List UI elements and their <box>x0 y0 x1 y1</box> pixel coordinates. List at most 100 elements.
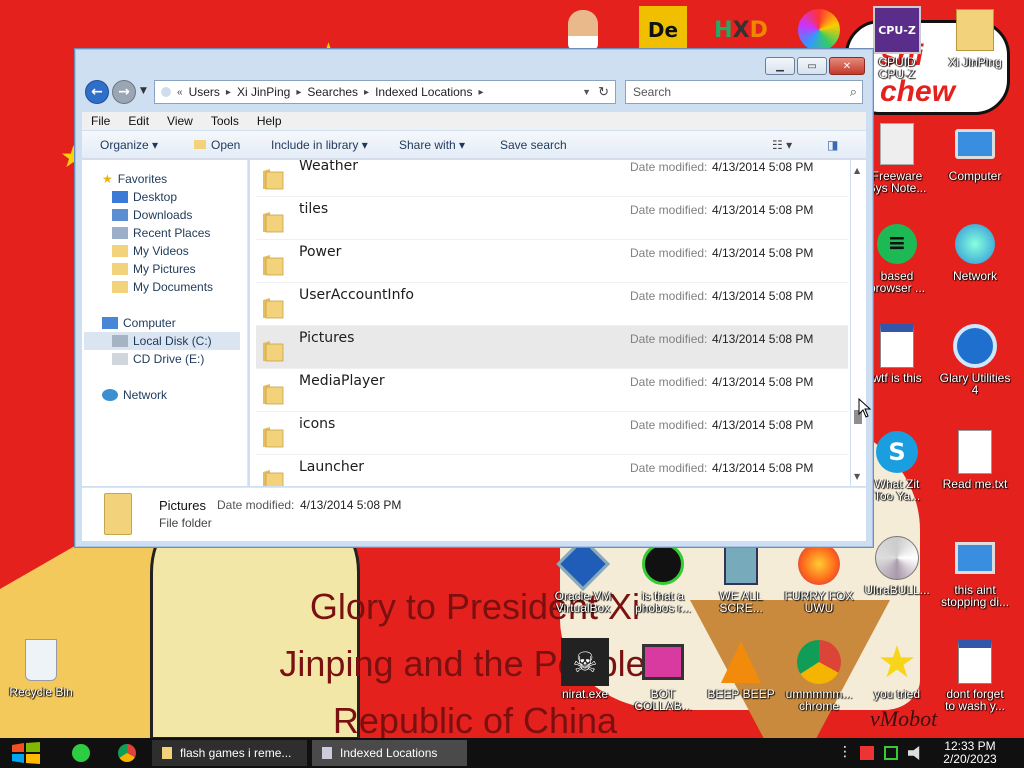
nav-my-pictures[interactable]: My Pictures <box>112 260 196 278</box>
desktop-icon[interactable]: Xi JinPing <box>934 6 1016 68</box>
desktop-icon[interactable] <box>778 6 860 54</box>
tray-overflow-icon[interactable]: ⋮ <box>838 744 852 760</box>
start-button[interactable] <box>10 742 42 764</box>
menu-view[interactable]: View <box>158 114 202 128</box>
desktop-icon[interactable]: is that a phobos r... <box>622 540 704 614</box>
back-button[interactable]: ← <box>85 80 109 104</box>
file-name[interactable]: tiles <box>299 201 328 217</box>
breadcrumb-indexed-locations[interactable]: Indexed Locations <box>375 85 472 99</box>
desktop-icon[interactable]: De <box>622 6 704 54</box>
menu-tools[interactable]: Tools <box>202 114 248 128</box>
nav-local-disk[interactable]: Local Disk (C:) <box>84 332 240 350</box>
maximize-button[interactable]: ▭ <box>797 57 827 75</box>
desktop-icon[interactable]: Recycle Bin <box>0 636 82 698</box>
close-button[interactable]: ✕ <box>829 57 865 75</box>
desktop-icon[interactable]: ummmmm... chrome <box>778 638 860 712</box>
command-bar: Organize ▾ Open Include in library ▾ Sha… <box>82 131 866 159</box>
desktop-icon[interactable] <box>542 6 624 54</box>
task-indexed-locations[interactable]: Indexed Locations <box>312 740 467 766</box>
breadcrumb-user[interactable]: Xi JinPing <box>237 85 290 99</box>
scroll-down-arrow-icon[interactable]: ▼ <box>854 472 860 481</box>
search-input[interactable]: Search ⌕ <box>625 80 863 104</box>
search-folder-icon <box>322 747 332 759</box>
breadcrumb-separator[interactable]: ▸ <box>478 87 483 98</box>
nav-my-videos[interactable]: My Videos <box>112 242 189 260</box>
desktop-icon[interactable]: dont forget to wash y... <box>934 638 1016 712</box>
minimize-button[interactable]: ▁ <box>765 57 795 75</box>
computer-icon <box>951 120 999 168</box>
address-dropdown-icon[interactable]: ▼ <box>582 87 591 97</box>
task-flash-games[interactable]: flash games i reme... <box>152 740 307 766</box>
file-row[interactable]: UserAccountInfo Date modified: 4/13/2014 5… <box>256 283 848 326</box>
breadcrumb-searches[interactable]: Searches <box>307 85 358 99</box>
open-button[interactable]: Open <box>194 138 240 152</box>
view-options-icon[interactable]: ☷ ▾ <box>772 138 792 152</box>
network-tray-icon[interactable] <box>884 746 898 760</box>
overflow-chevron[interactable]: « <box>177 87 183 98</box>
desktop-icon[interactable]: BEEP BEEP <box>700 638 782 700</box>
breadcrumb-separator[interactable]: ▸ <box>364 87 369 98</box>
pinned-chrome-icon[interactable] <box>118 744 136 762</box>
breadcrumb-separator[interactable]: ▸ <box>296 87 301 98</box>
address-bar[interactable]: « Users ▸ Xi JinPing ▸ Searches ▸ Indexe… <box>154 80 616 104</box>
scroll-up-arrow-icon[interactable]: ▲ <box>854 166 860 175</box>
desktop-icon[interactable]: HXD <box>700 6 782 54</box>
nav-desktop[interactable]: Desktop <box>112 188 177 206</box>
file-name[interactable]: UserAccountInfo <box>299 287 414 303</box>
desktop-icon[interactable]: Oracle VM VirtualBox <box>542 537 624 614</box>
file-row[interactable]: Pictures Date modified: 4/13/2014 5:08 PM <box>256 326 848 369</box>
desktop-icon[interactable]: Computer <box>934 120 1016 182</box>
desktop-icon[interactable]: FURRY FOX UWU <box>778 540 860 614</box>
file-row[interactable]: MediaPlayer Date modified: 4/13/2014 5:08 … <box>256 369 848 412</box>
bot-monitor-icon <box>639 638 687 686</box>
file-row[interactable]: icons Date modified: 4/13/2014 5:08 PM <box>256 412 848 455</box>
desktop-icon[interactable]: Read me.txt <box>934 428 1016 490</box>
file-name[interactable]: Weather <box>299 160 358 174</box>
nav-recent-places[interactable]: Recent Places <box>112 224 210 242</box>
file-name[interactable]: MediaPlayer <box>299 373 385 389</box>
file-row[interactable]: Launcher Date modified: 4/13/2014 5:08 PM <box>256 455 848 486</box>
nav-favorites[interactable]: ★ Favorites <box>102 170 167 188</box>
system-clock[interactable]: 12:33 PM 2/20/2023 <box>930 740 1010 766</box>
nav-cd-drive[interactable]: CD Drive (E:) <box>112 350 204 368</box>
forward-button[interactable]: → <box>112 80 136 104</box>
window-doc-icon <box>873 322 921 370</box>
nav-network[interactable]: Network <box>102 386 167 404</box>
menu-edit[interactable]: Edit <box>119 114 158 128</box>
desktop-icon[interactable]: Glary Utilities 4 <box>934 322 1016 396</box>
nav-my-documents[interactable]: My Documents <box>112 278 213 296</box>
desktop-icon[interactable]: ★ you tried <box>856 637 938 701</box>
pinned-browser-icon[interactable] <box>72 744 90 762</box>
refresh-icon[interactable]: ↻ <box>598 84 609 100</box>
folder-icon <box>262 252 284 276</box>
recent-pages-dropdown[interactable]: ▼ <box>140 86 147 96</box>
file-row[interactable]: Power Date modified: 4/13/2014 5:08 PM <box>256 240 848 283</box>
search-icon[interactable]: ⌕ <box>850 84 857 100</box>
desktop-icon[interactable]: ☠ nirat.exe <box>544 638 626 700</box>
nav-computer[interactable]: Computer <box>102 314 176 332</box>
file-name[interactable]: Pictures <box>299 330 354 346</box>
flag-tray-icon[interactable] <box>860 746 874 760</box>
file-name[interactable]: Power <box>299 244 341 260</box>
vertical-scrollbar[interactable]: ▲ ▼ <box>851 160 866 486</box>
desktop-icon[interactable]: BOT COLLAB... <box>622 638 704 712</box>
file-row[interactable]: tiles Date modified: 4/13/2014 5:08 PM <box>256 197 848 240</box>
file-name[interactable]: Launcher <box>299 459 364 475</box>
breadcrumb-users[interactable]: Users <box>189 85 220 99</box>
desktop-icon-label: UltraBULL... <box>864 583 930 597</box>
desktop-icon[interactable]: Network <box>934 220 1016 282</box>
file-name[interactable]: icons <box>299 416 335 432</box>
nav-downloads[interactable]: Downloads <box>112 206 192 224</box>
organize-button[interactable]: Organize ▾ <box>100 138 158 152</box>
desktop-icon[interactable]: this aint stopping di... <box>934 534 1016 608</box>
desktop-icon[interactable]: WE ALL SCRE... <box>700 540 782 614</box>
breadcrumb-separator[interactable]: ▸ <box>226 87 231 98</box>
menu-help[interactable]: Help <box>248 114 291 128</box>
file-row[interactable]: Weather Date modified: 4/13/2014 5:08 PM <box>256 160 848 197</box>
share-with-button[interactable]: Share with ▾ <box>399 138 465 152</box>
preview-pane-icon[interactable]: ◨ <box>827 138 838 152</box>
menu-file[interactable]: File <box>82 114 119 128</box>
save-search-button[interactable]: Save search <box>500 138 567 152</box>
include-in-library-button[interactable]: Include in library ▾ <box>271 138 368 152</box>
volume-tray-icon[interactable] <box>908 746 920 760</box>
